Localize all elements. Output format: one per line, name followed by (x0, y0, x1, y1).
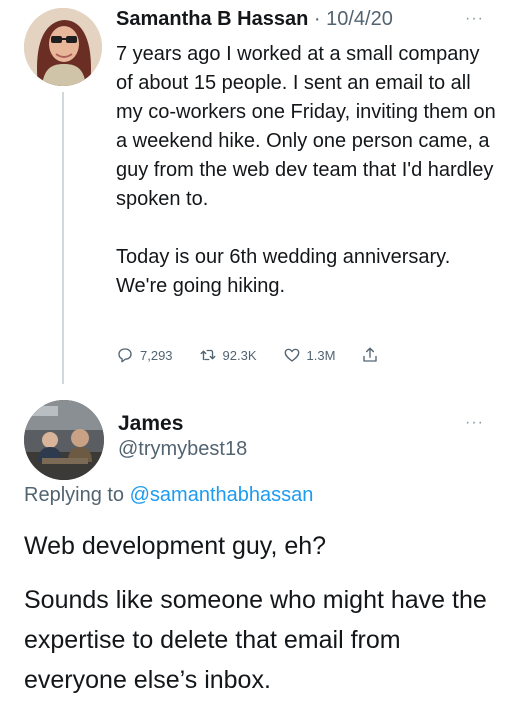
author-handle[interactable]: @trymybest18 (118, 438, 247, 461)
replying-prefix: Replying to (24, 484, 125, 506)
like-icon (284, 348, 299, 362)
share-icon (363, 347, 378, 362)
tweet-date[interactable]: 10/4/20 (326, 8, 393, 30)
reply-text: Web development guy, eh? Sounds like som… (24, 526, 504, 700)
reply-paragraph: Sounds like someone who might have the e… (24, 586, 487, 694)
share-button[interactable] (361, 346, 385, 364)
avatar[interactable] (24, 400, 104, 480)
retweet-icon (200, 349, 215, 361)
retweet-count: 92.3K (222, 347, 257, 363)
replying-to: Replying to @samanthabhassan (24, 484, 313, 507)
retweet-button[interactable]: 92.3K (199, 346, 257, 364)
mention-link[interactable]: @samanthabhassan (130, 484, 314, 506)
more-options-icon[interactable]: ··· (465, 10, 484, 28)
like-count: 1.3M (306, 347, 336, 363)
tweet-actions: 7,293 92.3K 1.3M (116, 346, 411, 364)
thread-line (62, 92, 64, 384)
author-name[interactable]: Samantha B Hassan (116, 8, 308, 30)
original-tweet: Samantha B Hassan · 10/4/20 ··· 7 years … (0, 0, 510, 392)
header-separator: · (313, 8, 321, 30)
more-options-icon[interactable]: ··· (465, 414, 484, 432)
tweet-paragraph: 7 years ago I worked at a small company … (116, 43, 496, 210)
reply-button[interactable]: 7,293 (116, 346, 173, 364)
like-button[interactable]: 1.3M (283, 346, 336, 364)
tweet-paragraph: Today is our 6th wedding anniversary. We… (116, 246, 451, 297)
reply-count: 7,293 (140, 347, 173, 363)
avatar-image (24, 8, 102, 86)
tweet-header: Samantha B Hassan · 10/4/20 (116, 8, 393, 31)
avatar[interactable] (24, 8, 102, 86)
avatar-image (24, 400, 104, 480)
reply-icon (118, 348, 132, 363)
tweet-text: 7 years ago I worked at a small company … (116, 40, 496, 301)
author-name[interactable]: James (118, 412, 183, 436)
reply-tweet: James @trymybest18 ··· Replying to @sama… (0, 392, 510, 720)
reply-paragraph: Web development guy, eh? (24, 532, 327, 560)
